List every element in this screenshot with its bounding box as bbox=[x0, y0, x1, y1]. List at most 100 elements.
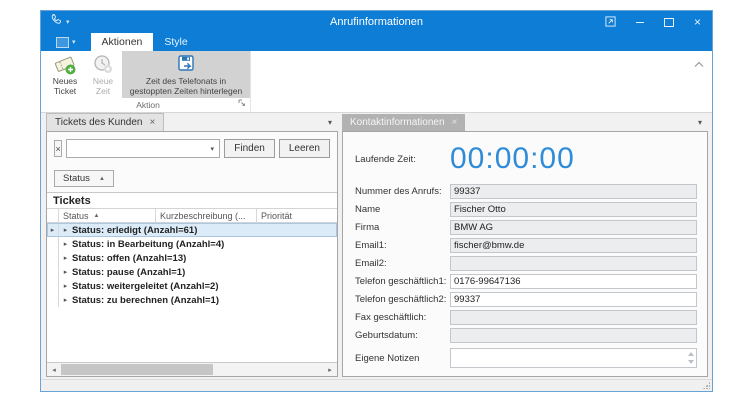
tab-aktionen[interactable]: Aktionen bbox=[91, 33, 154, 51]
input-name[interactable] bbox=[450, 202, 697, 217]
tickets-panel: Tickets des Kunden × ▾ × ▾ Finden Leeren bbox=[46, 113, 338, 377]
contact-tab-close-icon[interactable]: × bbox=[452, 118, 458, 128]
maximize-button[interactable] bbox=[654, 11, 683, 33]
notes-scroll-down-icon[interactable] bbox=[688, 360, 694, 364]
field-label-nummer-des-anrufs: Nummer des Anrufs: bbox=[355, 186, 450, 197]
tickets-panel-body: × ▾ Finden Leeren Status ▲ bbox=[46, 131, 338, 377]
collapse-ribbon-icon[interactable] bbox=[694, 55, 704, 73]
group-row-text: Status: pause (Anzahl=1) bbox=[72, 267, 185, 278]
column-header-kurzbeschreibung[interactable]: Kurzbeschreibung (... bbox=[156, 209, 257, 222]
input-telefon-geschaeftlich1[interactable] bbox=[450, 274, 697, 289]
ribbon: Neues Ticket Neue Zeit bbox=[41, 51, 712, 113]
row-gutter bbox=[47, 279, 59, 293]
contact-panel: Kontaktinformationen × ▾ Laufende Zeit: … bbox=[342, 113, 708, 377]
find-button[interactable]: Finden bbox=[224, 139, 275, 158]
expand-icon[interactable]: ▸ bbox=[59, 268, 72, 276]
column-header-status[interactable]: Status ▲ bbox=[59, 209, 156, 222]
expand-icon[interactable]: ▸ bbox=[59, 240, 72, 248]
group-row-text: Status: offen (Anzahl=13) bbox=[72, 253, 186, 264]
ribbon-group-aktion: Neues Ticket Neue Zeit bbox=[41, 51, 251, 112]
input-nummer-des-anrufs[interactable] bbox=[450, 184, 697, 199]
application-menu-caret-icon: ▾ bbox=[72, 38, 76, 46]
column-status-label: Status bbox=[63, 211, 89, 221]
scrollbar-track[interactable] bbox=[61, 363, 323, 376]
scroll-right-icon[interactable]: ▸ bbox=[323, 363, 337, 376]
field-label-email2: Email2: bbox=[355, 258, 450, 269]
search-input[interactable] bbox=[67, 142, 205, 155]
horizontal-scrollbar[interactable]: ◂ ▸ bbox=[47, 362, 337, 376]
dock-area: Tickets des Kunden × ▾ × ▾ Finden Leeren bbox=[41, 113, 712, 379]
search-combobox[interactable]: ▾ bbox=[66, 139, 220, 158]
status-bar bbox=[41, 379, 712, 391]
resize-grip[interactable] bbox=[703, 382, 710, 389]
group-row-text: Status: zu berechnen (Anzahl=1) bbox=[72, 295, 219, 306]
input-telefon-geschaeftlich2[interactable] bbox=[450, 292, 697, 307]
new-time-label: Neue Zeit bbox=[90, 77, 116, 97]
notes-textarea[interactable] bbox=[451, 349, 696, 367]
ticket-plus-icon bbox=[53, 53, 77, 77]
scrollbar-thumb[interactable] bbox=[61, 364, 213, 375]
search-clear-x-button[interactable]: × bbox=[54, 140, 62, 157]
group-row-weitergeleitet[interactable]: ▸ Status: weitergeleitet (Anzahl=2) bbox=[47, 279, 337, 293]
log-call-time-label: Zeit des Telefonats in gestoppten Zeiten… bbox=[128, 77, 244, 97]
close-icon: × bbox=[694, 16, 701, 28]
expand-icon[interactable]: ▸ bbox=[59, 254, 72, 262]
tab-tickets-des-kunden[interactable]: Tickets des Kunden × bbox=[46, 113, 164, 131]
input-geburtsdatum[interactable] bbox=[450, 328, 697, 343]
tickets-tab-label: Tickets des Kunden bbox=[55, 117, 142, 128]
log-call-time-button[interactable]: Zeit des Telefonats in gestoppten Zeiten… bbox=[122, 51, 250, 98]
group-by-status-label: Status bbox=[63, 173, 90, 184]
group-row-offen[interactable]: ▸ Status: offen (Anzahl=13) bbox=[47, 251, 337, 265]
minimize-button[interactable] bbox=[625, 11, 654, 33]
column-header-prioritaet[interactable]: Priorität bbox=[257, 209, 337, 222]
group-by-status-chip[interactable]: Status ▲ bbox=[54, 170, 114, 187]
contact-tab-label: Kontaktinformationen bbox=[350, 117, 445, 128]
notes-field-box bbox=[450, 348, 697, 368]
ribbon-display-options-button[interactable] bbox=[596, 11, 625, 33]
application-menu-button[interactable]: ▾ bbox=[49, 33, 83, 51]
field-label-name: Name bbox=[355, 204, 450, 215]
desktop-background: ▾ Anrufinformationen × ▾ Aktionen S bbox=[0, 0, 743, 404]
group-row-in-bearbeitung[interactable]: ▸ Status: in Bearbeitung (Anzahl=4) bbox=[47, 237, 337, 251]
application-menu-icon bbox=[56, 37, 69, 48]
expand-icon[interactable]: ▸ bbox=[59, 282, 72, 290]
group-row-zu-berechnen[interactable]: ▸ Status: zu berechnen (Anzahl=1) bbox=[47, 293, 337, 307]
contact-panel-tabstrip: Kontaktinformationen × ▾ bbox=[342, 113, 708, 131]
clear-button[interactable]: Leeren bbox=[279, 139, 330, 158]
tickets-panel-menu-icon[interactable]: ▾ bbox=[328, 118, 332, 127]
scroll-left-icon[interactable]: ◂ bbox=[47, 363, 61, 376]
column-prioritaet-label: Priorität bbox=[261, 211, 292, 221]
tab-kontaktinformationen[interactable]: Kontaktinformationen × bbox=[342, 114, 465, 131]
quick-access-dropdown-icon[interactable]: ▾ bbox=[66, 18, 70, 26]
input-email1[interactable] bbox=[450, 238, 697, 253]
tickets-grid: Tickets Status ▲ Kurzbeschreibung (... bbox=[47, 193, 337, 376]
notes-scroll-up-icon[interactable] bbox=[688, 352, 694, 356]
titlebar: ▾ Anrufinformationen × bbox=[41, 11, 712, 33]
clock-plus-icon bbox=[92, 53, 114, 77]
new-ticket-button[interactable]: Neues Ticket bbox=[46, 51, 84, 98]
new-ticket-label: Neues Ticket bbox=[52, 77, 78, 97]
tickets-tab-close-icon[interactable]: × bbox=[149, 118, 155, 128]
field-label-email1: Email1: bbox=[355, 240, 450, 251]
input-fax-geschaeftlich[interactable] bbox=[450, 310, 697, 325]
row-gutter bbox=[47, 251, 59, 265]
call-timer-value: 00:00:00 bbox=[450, 144, 575, 174]
contact-panel-body: Laufende Zeit: 00:00:00 Nummer des Anruf… bbox=[342, 131, 708, 377]
input-firma[interactable] bbox=[450, 220, 697, 235]
tab-style[interactable]: Style bbox=[153, 33, 198, 51]
new-time-button[interactable]: Neue Zeit bbox=[84, 51, 122, 98]
close-button[interactable]: × bbox=[683, 11, 712, 33]
dialog-launcher-icon[interactable] bbox=[238, 99, 246, 109]
expand-icon[interactable]: ▸ bbox=[59, 296, 72, 304]
group-row-erledigt[interactable]: ▸ ▸ Status: erledigt (Anzahl=61) bbox=[47, 223, 337, 237]
field-label-telefon-geschaeftlich1: Telefon geschäftlich1: bbox=[355, 276, 450, 287]
row-gutter bbox=[47, 237, 59, 251]
phone-icon bbox=[50, 13, 63, 31]
grid-header-row: Status ▲ Kurzbeschreibung (... Priorität bbox=[47, 208, 337, 223]
contact-panel-menu-icon[interactable]: ▾ bbox=[698, 118, 702, 127]
input-email2[interactable] bbox=[450, 256, 697, 271]
expand-icon[interactable]: ▸ bbox=[59, 226, 72, 234]
ribbon-group-label: Aktion bbox=[136, 100, 160, 110]
search-dropdown-icon[interactable]: ▾ bbox=[205, 145, 219, 153]
group-row-pause[interactable]: ▸ Status: pause (Anzahl=1) bbox=[47, 265, 337, 279]
